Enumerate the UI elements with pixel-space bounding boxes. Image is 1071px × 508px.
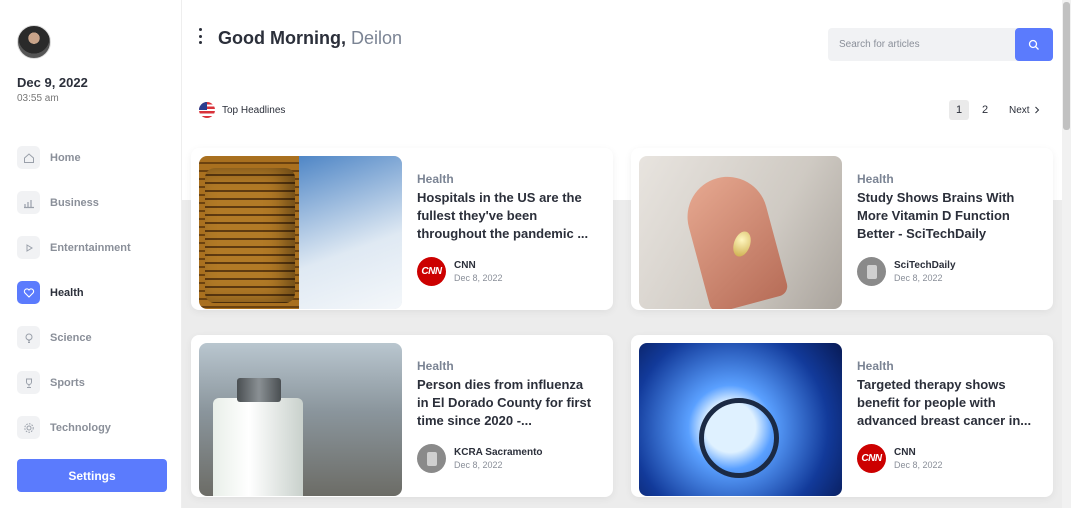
- heart-icon: [17, 281, 40, 304]
- cnn-logo-icon: CNN: [857, 444, 886, 473]
- publish-date: Dec 8, 2022: [894, 460, 943, 470]
- article-image[interactable]: [639, 343, 842, 496]
- article-card[interactable]: Health Targeted therapy shows benefit fo…: [631, 335, 1053, 497]
- article-source: SciTechDaily Dec 8, 2022: [857, 257, 956, 286]
- article-category: Health: [857, 172, 894, 186]
- article-title[interactable]: Person dies from influenza in El Dorado …: [417, 376, 597, 430]
- greeting-text: Good Morning,: [218, 28, 346, 48]
- publish-date: Dec 8, 2022: [454, 460, 503, 470]
- user-name: Deilon: [350, 28, 403, 48]
- source-name: CNN: [894, 447, 916, 458]
- sidebar-item-business[interactable]: Business: [17, 180, 167, 225]
- gear-icon: [17, 416, 40, 439]
- bar-chart-icon: [17, 191, 40, 214]
- page-1-button[interactable]: 1: [949, 100, 969, 120]
- avatar[interactable]: [17, 25, 51, 59]
- sidebar-item-science[interactable]: Science: [17, 315, 167, 360]
- next-page-button[interactable]: Next: [1009, 105, 1040, 116]
- article-card[interactable]: Health Hospitals in the US are the fulle…: [191, 148, 613, 310]
- article-image[interactable]: [639, 156, 842, 309]
- current-time: 03:55 am: [17, 93, 59, 104]
- source-name: CNN: [454, 260, 476, 271]
- article-source: CNN CNN Dec 8, 2022: [417, 257, 503, 286]
- source-placeholder-icon: [857, 257, 886, 286]
- article-source: CNN CNN Dec 8, 2022: [857, 444, 943, 473]
- search-icon: [1028, 39, 1039, 50]
- article-title[interactable]: Targeted therapy shows benefit for peopl…: [857, 376, 1037, 430]
- sidebar-item-entertainment[interactable]: Enterntainment: [17, 225, 167, 270]
- article-card[interactable]: Health Study Shows Brains With More Vita…: [631, 148, 1053, 310]
- article-source: KCRA Sacramento Dec 8, 2022: [417, 444, 543, 473]
- pagination: 1 2 Next: [949, 100, 1040, 120]
- sidebar-item-label: Health: [50, 286, 84, 299]
- section-header: Top Headlines: [199, 102, 285, 118]
- cnn-logo-icon: CNN: [417, 257, 446, 286]
- sidebar: Dec 9, 2022 03:55 am Home Business Enter…: [0, 0, 182, 508]
- sidebar-item-label: Sports: [50, 376, 85, 389]
- greeting: Good Morning, Deilon: [218, 28, 402, 49]
- search-bar: [828, 28, 1053, 61]
- sidebar-item-home[interactable]: Home: [17, 135, 167, 180]
- sidebar-item-label: Science: [50, 331, 92, 344]
- article-category: Health: [417, 359, 454, 373]
- lightbulb-icon: [17, 326, 40, 349]
- sidebar-item-health[interactable]: Health: [17, 270, 167, 315]
- search-input[interactable]: [828, 28, 1015, 61]
- search-button[interactable]: [1015, 28, 1053, 61]
- article-title[interactable]: Hospitals in the US are the fullest they…: [417, 189, 597, 243]
- article-image[interactable]: [199, 156, 402, 309]
- sidebar-item-technology[interactable]: Technology: [17, 405, 167, 450]
- sidebar-item-label: Home: [50, 151, 81, 164]
- scrollbar-thumb[interactable]: [1063, 2, 1070, 130]
- next-label: Next: [1009, 104, 1030, 116]
- source-name: SciTechDaily: [894, 260, 956, 271]
- article-category: Health: [857, 359, 894, 373]
- settings-button[interactable]: Settings: [17, 459, 167, 492]
- sidebar-item-label: Business: [50, 196, 99, 209]
- chevron-right-icon: [1034, 106, 1039, 114]
- sidebar-item-label: Technology: [50, 421, 111, 434]
- publish-date: Dec 8, 2022: [894, 273, 943, 283]
- sidebar-item-sports[interactable]: Sports: [17, 360, 167, 405]
- article-image[interactable]: [199, 343, 402, 496]
- sidebar-nav: Home Business Enterntainment Health Scie…: [17, 135, 167, 450]
- page-2-button[interactable]: 2: [975, 100, 995, 120]
- source-placeholder-icon: [417, 444, 446, 473]
- article-title[interactable]: Study Shows Brains With More Vitamin D F…: [857, 189, 1037, 243]
- section-title: Top Headlines: [222, 104, 286, 116]
- home-icon: [17, 146, 40, 169]
- current-date: Dec 9, 2022: [17, 75, 88, 90]
- publish-date: Dec 8, 2022: [454, 273, 503, 283]
- article-category: Health: [417, 172, 454, 186]
- more-options-icon[interactable]: [196, 28, 204, 44]
- trophy-icon: [17, 371, 40, 394]
- play-icon: [17, 236, 40, 259]
- sidebar-item-label: Enterntainment: [50, 241, 131, 254]
- article-card[interactable]: Health Person dies from influenza in El …: [191, 335, 613, 497]
- us-flag-icon: [199, 102, 215, 118]
- source-name: KCRA Sacramento: [454, 447, 543, 458]
